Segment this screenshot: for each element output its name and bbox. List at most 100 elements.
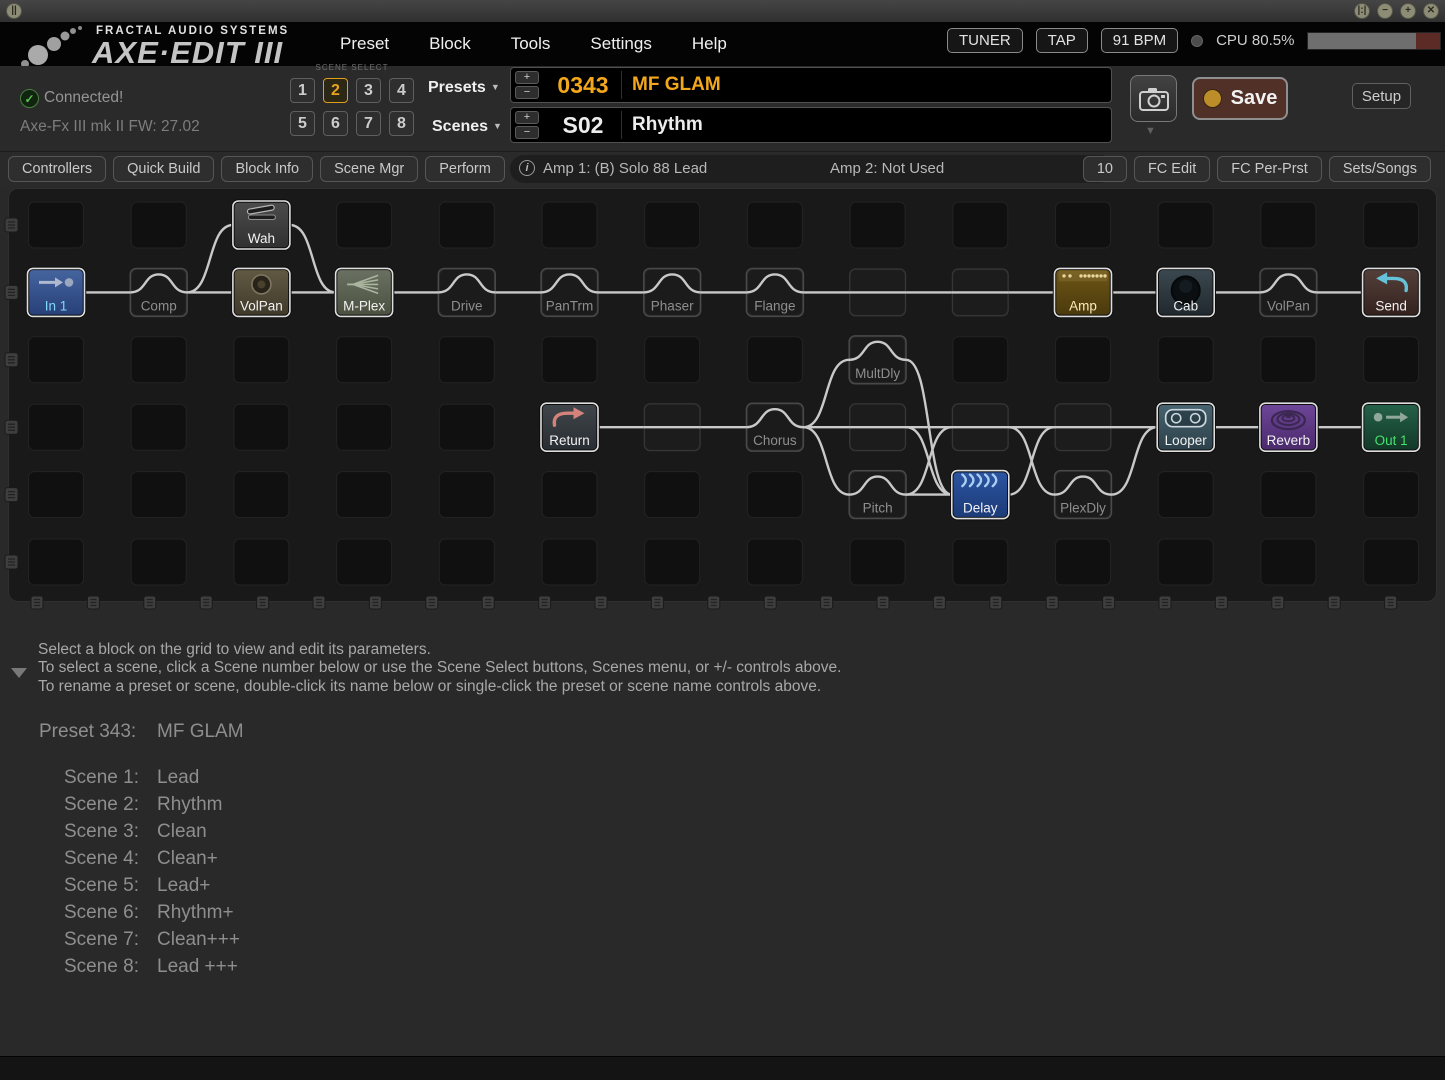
grid-column-handle[interactable]	[595, 596, 607, 609]
grid-cell[interactable]	[1364, 539, 1419, 585]
grid-column-handle[interactable]	[1215, 596, 1227, 609]
grid-cell[interactable]	[542, 337, 597, 383]
grid-cell[interactable]	[747, 472, 802, 518]
preset-decrement-button[interactable]: −	[515, 86, 539, 99]
snapshot-dropdown-arrow[interactable]: ▼	[1145, 125, 1156, 137]
grid-cell[interactable]	[1158, 472, 1213, 518]
scene-increment-button[interactable]: +	[515, 111, 539, 124]
grid-cell[interactable]	[747, 202, 802, 248]
fc-per-prst-button[interactable]: FC Per-Prst	[1217, 156, 1322, 182]
grid-row-handle[interactable]	[5, 353, 18, 367]
grid-column-handle[interactable]	[144, 596, 156, 609]
grid-cell[interactable]	[645, 472, 700, 518]
grid-cell[interactable]	[1056, 202, 1111, 248]
grid-cell[interactable]	[439, 202, 494, 248]
scene-number[interactable]: S02	[545, 112, 621, 139]
grid-row-handle[interactable]	[5, 218, 18, 232]
grid-cell[interactable]	[29, 337, 84, 383]
grid-cell[interactable]	[645, 539, 700, 585]
grid-cell[interactable]	[131, 539, 186, 585]
scene-mgr-button[interactable]: Scene Mgr	[320, 156, 418, 182]
grid-column-handle[interactable]	[1046, 596, 1058, 609]
grid-cell[interactable]	[1364, 337, 1419, 383]
grid-cell[interactable]	[234, 404, 289, 450]
grid-cell[interactable]	[645, 202, 700, 248]
grid-column-handle[interactable]	[764, 596, 776, 609]
grid-cell[interactable]	[953, 202, 1008, 248]
close-button[interactable]: ✕	[1423, 3, 1439, 19]
scene-list-row-1[interactable]: Scene 1:Lead	[64, 764, 240, 791]
grid-cell[interactable]	[29, 539, 84, 585]
grid-cell[interactable]	[850, 202, 905, 248]
preset-info-name[interactable]: MF GLAM	[157, 721, 244, 743]
grid-cell[interactable]	[234, 337, 289, 383]
quick-build-button[interactable]: Quick Build	[113, 156, 214, 182]
scene-list-row-8[interactable]: Scene 8:Lead +++	[64, 953, 240, 980]
minimize-button[interactable]: −	[1377, 3, 1393, 19]
grid-column-handle[interactable]	[482, 596, 494, 609]
grid-cell[interactable]	[1261, 337, 1316, 383]
grid-column-handle[interactable]	[200, 596, 212, 609]
grid-column-handle[interactable]	[708, 596, 720, 609]
scene-list-row-4[interactable]: Scene 4:Clean+	[64, 845, 240, 872]
grid-cell[interactable]	[439, 404, 494, 450]
grid-cell[interactable]	[542, 539, 597, 585]
grid-column-handle[interactable]	[990, 596, 1002, 609]
scene-select-button-2[interactable]: 2	[323, 78, 348, 103]
scene-list-row-3[interactable]: Scene 3:Clean	[64, 818, 240, 845]
grid-column-handle[interactable]	[539, 596, 551, 609]
grid-cell[interactable]	[439, 337, 494, 383]
grid-cell[interactable]	[337, 404, 392, 450]
grid-column-handle[interactable]	[1385, 596, 1397, 609]
window-menu-button[interactable]: ||	[6, 3, 22, 19]
scene-list-row-7[interactable]: Scene 7:Clean+++	[64, 926, 240, 953]
grid-cell[interactable]	[234, 539, 289, 585]
menu-item-settings[interactable]: Settings	[590, 34, 651, 54]
grid-cell[interactable]	[542, 202, 597, 248]
snapshot-button[interactable]	[1130, 75, 1177, 122]
grid-column-handle[interactable]	[1159, 596, 1171, 609]
grid-cell[interactable]	[131, 472, 186, 518]
grid-column-handle[interactable]	[1103, 596, 1115, 609]
scene-select-button-3[interactable]: 3	[356, 78, 381, 103]
tap-button[interactable]: TAP	[1036, 28, 1088, 53]
menu-item-tools[interactable]: Tools	[511, 34, 551, 54]
preset-number[interactable]: 0343	[545, 72, 621, 99]
grid-cell[interactable]	[337, 472, 392, 518]
preset-increment-button[interactable]: +	[515, 71, 539, 84]
grid-cell[interactable]	[1158, 539, 1213, 585]
grid-cell[interactable]	[1261, 472, 1316, 518]
scene-list-row-6[interactable]: Scene 6:Rhythm+	[64, 899, 240, 926]
grid-cell[interactable]	[131, 404, 186, 450]
fc-edit-button[interactable]: FC Edit	[1134, 156, 1210, 182]
grid-column-handle[interactable]	[31, 596, 43, 609]
grid-column-handle[interactable]	[1272, 596, 1284, 609]
sets-songs-button[interactable]: Sets/Songs	[1329, 156, 1431, 182]
grid-cell[interactable]	[337, 202, 392, 248]
collapse-arrow[interactable]	[11, 668, 27, 678]
scene-name[interactable]: Rhythm	[622, 114, 1111, 136]
scene-select-button-7[interactable]: 7	[356, 111, 381, 136]
restore-button[interactable]: |:|	[1354, 3, 1370, 19]
grid-column-handle[interactable]	[877, 596, 889, 609]
menu-item-preset[interactable]: Preset	[340, 34, 389, 54]
grid-cell[interactable]	[1261, 202, 1316, 248]
grid-column-handle[interactable]	[933, 596, 945, 609]
presets-dropdown[interactable]: Presets▼	[428, 79, 500, 97]
grid-column-handle[interactable]	[369, 596, 381, 609]
10-button[interactable]: 10	[1083, 156, 1127, 182]
scene-select-button-6[interactable]: 6	[323, 111, 348, 136]
grid-cell[interactable]	[234, 472, 289, 518]
grid-cell[interactable]	[1158, 202, 1213, 248]
save-button[interactable]: Save	[1192, 77, 1288, 120]
grid-row-handle[interactable]	[5, 285, 18, 299]
grid-column-handle[interactable]	[87, 596, 99, 609]
scene-decrement-button[interactable]: −	[515, 126, 539, 139]
bpm-display[interactable]: 91 BPM	[1101, 28, 1178, 53]
grid-row-handle[interactable]	[5, 555, 18, 569]
grid-cell[interactable]	[29, 404, 84, 450]
grid-cell[interactable]	[1158, 337, 1213, 383]
grid-cell[interactable]	[953, 337, 1008, 383]
grid-column-handle[interactable]	[821, 596, 833, 609]
grid-cell[interactable]	[1261, 539, 1316, 585]
